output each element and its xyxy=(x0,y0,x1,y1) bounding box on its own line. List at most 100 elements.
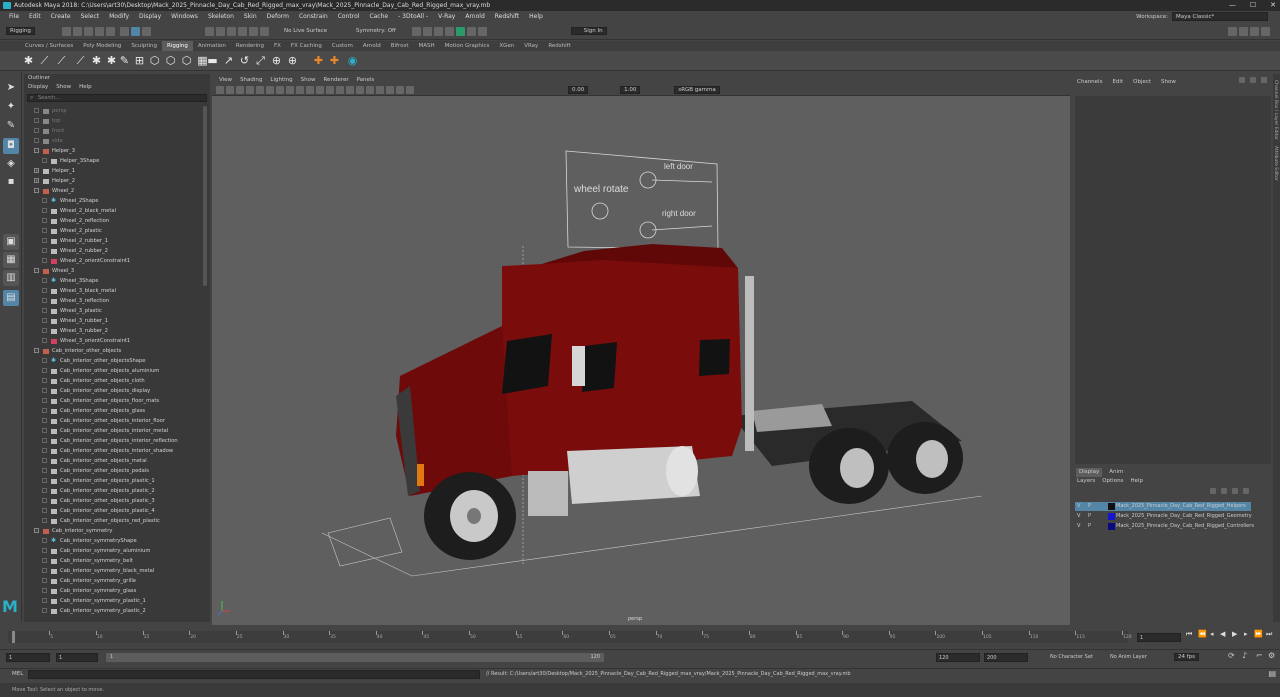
vray-icon[interactable] xyxy=(467,27,476,36)
side-view-icon[interactable]: ▥ xyxy=(3,270,19,286)
parent-constraint-icon[interactable]: ⊕ xyxy=(270,54,283,67)
shelf-tab-arnold[interactable]: Arnold xyxy=(358,41,386,51)
point-constraint-icon[interactable]: ▬ xyxy=(206,54,219,67)
outliner-item[interactable]: Cab_interior_other_objects_red_plastic xyxy=(24,516,202,526)
hik-icon[interactable]: ◉ xyxy=(346,54,359,67)
outliner-item[interactable]: - Cab_interior_symmetry xyxy=(24,526,202,536)
layer-visibility-toggle[interactable]: V xyxy=(1077,522,1080,531)
undo-icon[interactable] xyxy=(95,27,104,36)
play-forwards-icon[interactable]: ▶ xyxy=(1232,629,1237,639)
play-backwards-icon[interactable]: ◀ xyxy=(1220,629,1225,639)
lattice-icon[interactable]: ⬡ xyxy=(148,54,161,67)
outliner-item[interactable]: top xyxy=(24,116,202,126)
menu-skin[interactable]: Skin xyxy=(239,11,262,22)
layer-menu-help[interactable]: Help xyxy=(1130,477,1143,486)
outliner-item[interactable]: + Helper_2 xyxy=(24,176,202,186)
snap-grid-icon[interactable] xyxy=(205,27,214,36)
select-tool-icon[interactable]: ➤ xyxy=(3,80,19,96)
current-time-marker[interactable] xyxy=(12,631,15,643)
shelf-tab-rendering[interactable]: Rendering xyxy=(231,41,269,51)
menu-file[interactable]: File xyxy=(4,11,24,22)
snap-surface-icon[interactable] xyxy=(249,27,258,36)
isolate-select-icon[interactable] xyxy=(396,86,404,94)
current-frame-field[interactable]: 1 xyxy=(1137,633,1181,642)
motion-blur-icon[interactable] xyxy=(376,86,384,94)
menu-set-dropdown[interactable]: Rigging xyxy=(6,27,35,35)
viewport-menu-shading[interactable]: Shading xyxy=(237,76,265,85)
sign-in-button[interactable]: Sign In xyxy=(570,27,607,35)
outliner-scrollbar[interactable] xyxy=(203,106,207,286)
loop-icon[interactable]: ⟳ xyxy=(1228,651,1235,660)
expand-toggle-icon[interactable]: - xyxy=(34,348,39,353)
redo-icon[interactable] xyxy=(106,27,115,36)
time-ticks[interactable]: 1510152025303540455055606570758085909510… xyxy=(8,631,1132,643)
outliner-item[interactable]: - Wheel_2 xyxy=(24,186,202,196)
move-layer-up-icon[interactable] xyxy=(1210,488,1216,494)
viewport-menu-show[interactable]: Show xyxy=(298,76,319,85)
maximize-button[interactable]: ☐ xyxy=(1250,0,1256,11)
outliner-item[interactable]: Cab_interior_symmetry_glass xyxy=(24,586,202,596)
hierarchy-mode-icon[interactable] xyxy=(120,27,129,36)
gate-mask-icon[interactable] xyxy=(286,86,294,94)
outliner-item[interactable]: Wheel_2_orientConstraint1 xyxy=(24,256,202,266)
outliner-item[interactable]: front xyxy=(24,126,202,136)
anim-layer-dropdown[interactable]: No Anim Layer xyxy=(1110,653,1147,662)
step-back-frame-icon[interactable]: ◂ xyxy=(1210,629,1214,639)
layer-row[interactable]: V P Mack_2025_Pinnacle_Day_Cab_Red_Rigged_… xyxy=(1075,502,1251,511)
outliner-search-input[interactable]: Search... xyxy=(27,94,207,102)
shadows-icon[interactable] xyxy=(356,86,364,94)
layer-color-swatch[interactable] xyxy=(1108,503,1115,510)
object-mode-icon[interactable] xyxy=(131,27,140,36)
menu-edit[interactable]: Edit xyxy=(24,11,46,22)
outliner-item[interactable]: Cab_interior_other_objects_interior_shad… xyxy=(24,446,202,456)
snap-view-icon[interactable] xyxy=(260,27,269,36)
menu-3dtoall[interactable]: - 3DtoAll - xyxy=(393,11,433,22)
smooth-bind-icon[interactable]: ✱ xyxy=(105,54,118,67)
symmetry-label[interactable]: Symmetry: Off xyxy=(356,28,396,34)
gamma-field[interactable]: 1.00 xyxy=(620,86,641,94)
safe-action-icon[interactable] xyxy=(306,86,314,94)
shelf-tab-bifrost[interactable]: Bifrost xyxy=(386,41,414,51)
outliner-item[interactable]: Wheel_2_rubber_1 xyxy=(24,236,202,246)
outliner-item[interactable]: ✱ Wheel_3Shape xyxy=(24,276,202,286)
outliner-item[interactable]: side xyxy=(24,136,202,146)
viewport-menu-lighting[interactable]: Lighting xyxy=(267,76,295,85)
menu-modify[interactable]: Modify xyxy=(104,11,134,22)
shelf-tab-poly-modeling[interactable]: Poly Modeling xyxy=(78,41,126,51)
outliner-item[interactable]: ✱ Cab_interior_other_objectsShape xyxy=(24,356,202,366)
render-settings-icon[interactable] xyxy=(445,27,454,36)
move-tool-icon[interactable]: ◘ xyxy=(3,138,19,154)
move-layer-down-icon[interactable] xyxy=(1221,488,1227,494)
anti-aliasing-icon[interactable] xyxy=(386,86,394,94)
layer-menu-options[interactable]: Options xyxy=(1102,477,1123,486)
outliner-item[interactable]: Wheel_3_reflection xyxy=(24,296,202,306)
open-scene-icon[interactable] xyxy=(73,27,82,36)
camera-attributes-icon[interactable] xyxy=(226,86,234,94)
channel-box-body[interactable] xyxy=(1075,96,1271,464)
layer-tab-anim[interactable]: Anim xyxy=(1106,468,1126,477)
shelf-tab-curves-surfaces[interactable]: Curves / Surfaces xyxy=(20,41,78,51)
outliner-item[interactable]: Cab_interior_other_objects_floor_mats xyxy=(24,396,202,406)
animation-end-field[interactable]: 200 xyxy=(984,653,1028,662)
menu-cache[interactable]: Cache xyxy=(364,11,393,22)
snap-curve-icon[interactable] xyxy=(216,27,225,36)
shelf-tab-redshift[interactable]: Redshift xyxy=(543,41,575,51)
outliner-item[interactable]: Cab_interior_other_objects_interior_refl… xyxy=(24,436,202,446)
outliner-item[interactable]: - Cab_interior_other_objects xyxy=(24,346,202,356)
layer-visibility-toggle[interactable]: V xyxy=(1077,512,1080,521)
menu-skeleton[interactable]: Skeleton xyxy=(203,11,239,22)
toggle-modeling-toolkit-icon[interactable] xyxy=(1228,27,1237,36)
hypershade-icon[interactable] xyxy=(456,27,465,36)
outliner-item[interactable]: Wheel_3_orientConstraint1 xyxy=(24,336,202,346)
channel-box-menu-channels[interactable]: Channels xyxy=(1077,74,1102,86)
redshift-icon[interactable] xyxy=(478,27,487,36)
channel-box-menu-edit[interactable]: Edit xyxy=(1112,74,1123,86)
outliner-item[interactable]: Cab_interior_symmetry_plastic_2 xyxy=(24,606,202,616)
close-button[interactable]: ✕ xyxy=(1270,0,1276,11)
viewport-menu-panels[interactable]: Panels xyxy=(354,76,378,85)
outliner-item[interactable]: Cab_interior_symmetry_plastic_1 xyxy=(24,596,202,606)
shelf-tab-vray[interactable]: VRay xyxy=(519,41,543,51)
save-scene-icon[interactable] xyxy=(84,27,93,36)
layer-row[interactable]: V P Mack_2025_Pinnacle_Day_Cab_Red_Rigged_… xyxy=(1075,512,1252,521)
cb-settings-icon[interactable] xyxy=(1239,77,1245,83)
